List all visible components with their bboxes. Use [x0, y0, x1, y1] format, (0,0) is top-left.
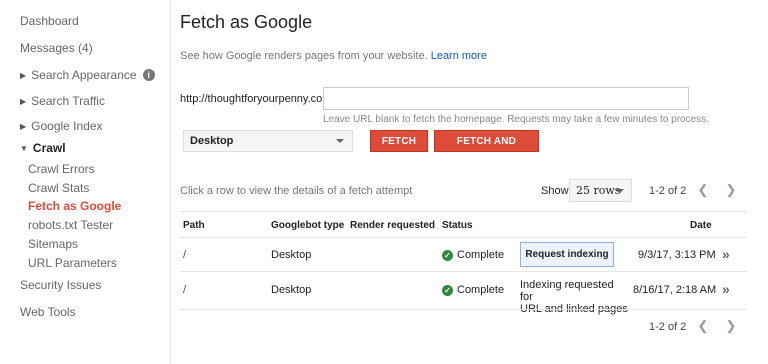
indexing-requested-line1: Indexing requested for: [520, 279, 614, 303]
sidebar: Dashboard Messages (4) ▶ Search Appearanc…: [0, 0, 171, 364]
prev-page-button[interactable]: ❮: [691, 179, 715, 201]
row-date: 8/16/17, 2:18 AM: [633, 284, 717, 296]
row-status: ✓ Complete: [442, 249, 504, 261]
sidebar-item-search-traffic[interactable]: ▶ Search Traffic: [20, 94, 105, 108]
sidebar-item-search-appearance[interactable]: ▶ Search Appearance i: [20, 68, 155, 82]
column-header-googlebot-type: Googlebot type: [271, 220, 345, 231]
divider: [180, 271, 747, 272]
fetch-button[interactable]: FETCH: [370, 130, 428, 152]
chevron-down-icon: [616, 189, 624, 193]
info-icon[interactable]: i: [142, 69, 155, 81]
rows-per-page-value: 25 rows: [576, 184, 621, 197]
device-select-value: Desktop: [190, 135, 234, 147]
url-prefix: http://thoughtforyourpenny.com/: [180, 93, 335, 105]
check-icon: ✓: [442, 285, 453, 296]
pager-range: 1-2 of 2: [649, 185, 687, 197]
pager-range-bottom: 1-2 of 2: [649, 321, 687, 333]
page-title: Fetch as Google: [180, 12, 313, 32]
next-page-button-bottom[interactable]: ❯: [719, 315, 743, 337]
sidebar-item-sitemaps[interactable]: Sitemaps: [28, 237, 78, 251]
sidebar-item-web-tools[interactable]: Web Tools: [20, 305, 76, 319]
row-path[interactable]: /: [183, 249, 186, 261]
row-googlebot-type: Desktop: [271, 284, 312, 296]
row-details-icon[interactable]: »: [722, 246, 730, 262]
fetch-and-render-button[interactable]: FETCH AND RENDER: [434, 130, 539, 169]
sidebar-item-label: Search Traffic: [31, 94, 105, 108]
url-input[interactable]: [323, 87, 689, 110]
show-label: Show: [541, 185, 569, 197]
sidebar-item-security-issues[interactable]: Security Issues: [20, 278, 101, 292]
request-indexing-button[interactable]: Request indexing: [520, 242, 614, 267]
learn-more-link[interactable]: Learn more: [431, 50, 487, 62]
row-details-icon[interactable]: »: [722, 281, 730, 297]
next-page-button[interactable]: ❯: [719, 179, 743, 201]
url-hint: Leave URL blank to fetch the homepage. R…: [323, 114, 709, 125]
row-status-text: Complete: [457, 284, 505, 296]
subtitle-text: See how Google renders pages from your w…: [180, 50, 428, 62]
results-hint: Click a row to view the details of a fet…: [180, 185, 413, 197]
chevron-down-icon: [336, 139, 344, 143]
divider: [180, 237, 747, 238]
sidebar-item-messages[interactable]: Messages (4): [20, 41, 93, 55]
collapse-arrow-icon: ▼: [20, 144, 28, 153]
row-status-text: Complete: [457, 249, 505, 261]
expand-arrow-icon: ▶: [20, 122, 27, 131]
divider: [180, 211, 747, 212]
row-googlebot-type: Desktop: [271, 249, 312, 261]
prev-page-button-bottom[interactable]: ❮: [691, 315, 715, 337]
check-icon: ✓: [442, 250, 453, 261]
rows-per-page-select[interactable]: 25 rows: [569, 179, 632, 202]
sidebar-item-url-parameters[interactable]: URL Parameters: [28, 256, 117, 270]
sidebar-item-robots-tester[interactable]: robots.txt Tester: [28, 218, 113, 232]
sidebar-item-crawl[interactable]: ▼ Crawl: [20, 141, 66, 155]
column-header-path: Path: [183, 220, 205, 231]
device-select[interactable]: Desktop: [183, 130, 353, 152]
sidebar-item-crawl-errors[interactable]: Crawl Errors: [28, 162, 95, 176]
column-header-date: Date: [690, 220, 712, 231]
sidebar-item-label: Crawl: [32, 141, 66, 155]
expand-arrow-icon: ▶: [20, 97, 27, 106]
column-header-status: Status: [442, 220, 473, 231]
row-status: ✓ Complete: [442, 284, 504, 296]
sidebar-item-dashboard[interactable]: Dashboard: [20, 14, 79, 28]
sidebar-item-label: Google Index: [31, 119, 103, 133]
sidebar-item-google-index[interactable]: ▶ Google Index: [20, 119, 103, 133]
column-header-render-requested: Render requested: [350, 220, 436, 231]
expand-arrow-icon: ▶: [20, 71, 27, 80]
sidebar-item-fetch-as-google[interactable]: Fetch as Google: [28, 199, 121, 213]
sidebar-item-crawl-stats[interactable]: Crawl Stats: [28, 181, 89, 195]
sidebar-item-label: Search Appearance: [31, 68, 137, 82]
page-subtitle: See how Google renders pages from your w…: [180, 50, 487, 62]
row-path[interactable]: /: [183, 284, 186, 296]
divider: [180, 309, 747, 310]
row-date: 9/3/17, 3:13 PM: [638, 249, 716, 261]
